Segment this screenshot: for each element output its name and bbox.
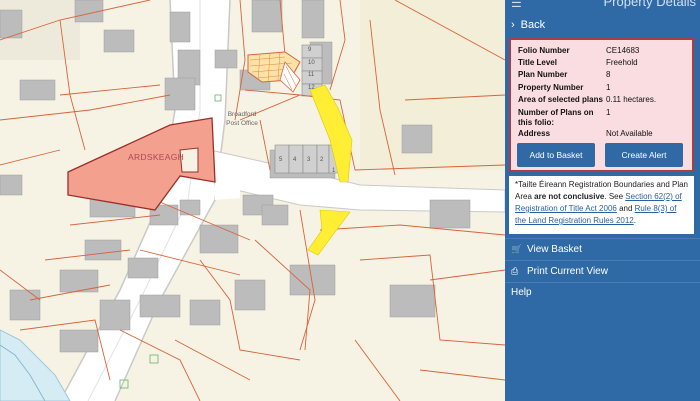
- print-label: Print Current View: [527, 266, 608, 277]
- view-basket-item[interactable]: 🛒 View Basket: [505, 238, 700, 259]
- ardskeagh-label: ARDSKEAGH: [128, 152, 185, 162]
- field-key: Plan Number: [518, 70, 568, 79]
- map-canvas[interactable]: [0, 0, 505, 401]
- house-number-5: 5: [279, 157, 283, 163]
- field-value: 1: [606, 108, 611, 117]
- field-value: Not Available: [606, 129, 653, 138]
- chevron-right-icon: ›: [511, 19, 515, 31]
- panel-header: ☰ Property Details: [505, 0, 700, 13]
- field-value: 8: [606, 70, 611, 79]
- field-value: 0.11 hectares.: [606, 95, 657, 104]
- property-info-box: Folio Number CE14683 Title Level Freehol…: [509, 38, 694, 172]
- panel-title: Property Details: [603, 0, 696, 9]
- create-alert-button[interactable]: Create Alert: [605, 143, 683, 167]
- note-text-3: and: [616, 204, 635, 213]
- house-number-9: 9: [308, 47, 312, 53]
- field-key: Area of selected plans: [518, 95, 603, 104]
- help-label: Help: [511, 287, 532, 298]
- cart-icon: 🛒: [511, 244, 523, 254]
- property-details-panel: ☰ Property Details › Back Folio Number CE…: [505, 0, 700, 401]
- field-key: Number of Plans on this folio:: [518, 108, 594, 127]
- house-number-1: 1: [332, 168, 336, 174]
- house-number-11: 11: [308, 72, 315, 78]
- post-office-label: Broadford Post Office: [226, 111, 258, 127]
- note-text-2: . See: [604, 192, 626, 201]
- add-to-basket-button[interactable]: Add to Basket: [517, 143, 595, 167]
- back-button[interactable]: › Back: [505, 14, 700, 36]
- note-text-4: .: [633, 216, 636, 225]
- field-value: Freehold: [606, 58, 638, 67]
- field-key: Folio Number: [518, 46, 570, 55]
- view-basket-label: View Basket: [527, 244, 582, 255]
- field-key: Title Level: [518, 58, 557, 67]
- back-label: Back: [520, 19, 546, 31]
- house-number-2: 2: [320, 157, 324, 163]
- house-number-4: 4: [293, 157, 297, 163]
- house-number-12: 12: [308, 85, 315, 91]
- disclaimer-note: *Tailte Éireann Registration Boundaries …: [509, 176, 694, 234]
- help-item[interactable]: Help: [505, 282, 700, 303]
- house-number-3: 3: [307, 157, 311, 163]
- print-current-view-item[interactable]: ⎙ Print Current View: [505, 260, 700, 281]
- print-icon: ⎙: [511, 266, 519, 276]
- map-view[interactable]: 5 4 3 2 1 9 10 11 12 ARDSKEAGH Broadford…: [0, 0, 505, 401]
- field-key: Address: [518, 129, 551, 138]
- field-key: Property Number: [518, 83, 584, 92]
- house-number-10: 10: [308, 60, 315, 66]
- note-bold: are not conclusive: [534, 192, 605, 201]
- field-value: 1: [606, 83, 611, 92]
- field-value: CE14683: [606, 46, 640, 55]
- hamburger-icon[interactable]: ☰: [511, 0, 522, 10]
